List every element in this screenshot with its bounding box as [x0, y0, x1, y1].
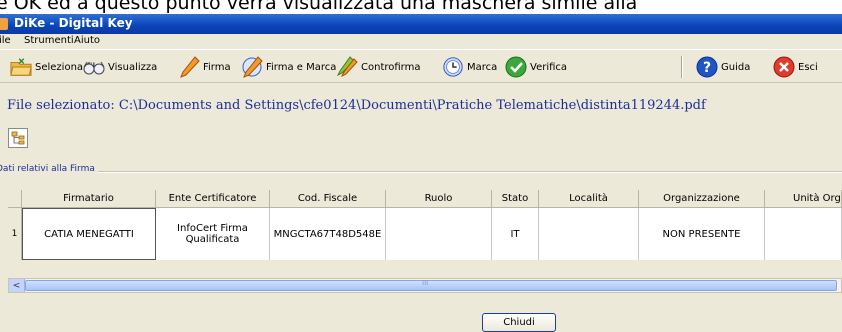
verify-button[interactable]: Verifica [505, 55, 567, 79]
cell-unita[interactable] [765, 208, 842, 260]
cell-ruolo[interactable] [386, 208, 492, 260]
stamp-label: Marca [467, 61, 498, 73]
toolbar-separator [681, 56, 683, 78]
double-pen-icon [336, 56, 358, 78]
app-icon [0, 18, 8, 30]
column-header-ruolo[interactable]: Ruolo [386, 190, 492, 208]
glasses-icon [83, 56, 105, 78]
close-button[interactable]: Chiudi [482, 313, 556, 332]
exit-button[interactable]: Esci [773, 55, 818, 79]
scroll-grip: III [422, 279, 429, 287]
svg-text:?: ? [703, 60, 711, 76]
view-button[interactable]: Visualizza [83, 55, 157, 79]
checkmark-icon [505, 56, 527, 78]
exit-label: Esci [798, 61, 818, 73]
signature-table: Firmatario Ente Certificatore Cod. Fisca… [8, 190, 842, 260]
selected-file-path: File selezionato: C:\Documents and Setti… [7, 98, 706, 113]
column-header-codfiscale[interactable]: Cod. Fiscale [270, 190, 386, 208]
row-header-corner [8, 190, 22, 208]
sign-label: Firma [203, 61, 231, 73]
cell-firmatario[interactable]: CATIA MENEGATTI [22, 208, 156, 260]
toolbar: Seleziona file Visualizza Firma Firma e … [0, 49, 842, 83]
row-number[interactable]: 1 [8, 208, 22, 260]
section-label: Dati relativi alla Firma [0, 164, 98, 174]
menu-file[interactable]: ile [0, 35, 11, 46]
horizontal-scrollbar[interactable]: < III [8, 278, 842, 293]
view-label: Visualizza [108, 61, 158, 73]
menu-bar: ile Strumenti Aiuto [0, 34, 842, 48]
cell-stato[interactable]: IT [492, 208, 539, 260]
menu-aiuto[interactable]: Aiuto [74, 35, 100, 46]
sign-and-stamp-button[interactable]: Firma e Marca [241, 55, 336, 79]
stamp-button[interactable]: Marca [442, 55, 497, 79]
folder-icon [10, 56, 32, 78]
column-header-unita[interactable]: Unità Org [765, 190, 842, 208]
scroll-thumb[interactable]: III [25, 279, 837, 291]
pen-icon [178, 56, 200, 78]
countersign-button[interactable]: Controfirma [336, 55, 420, 79]
title-bar: DiKe - Digital Key [0, 14, 842, 34]
guide-label: Guida [721, 61, 751, 73]
cell-organizzazione[interactable]: NON PRESENTE [639, 208, 765, 260]
menu-strumenti[interactable]: Strumenti [24, 35, 74, 46]
column-header-stato[interactable]: Stato [492, 190, 539, 208]
help-icon: ? [696, 56, 718, 78]
column-header-firmatario[interactable]: Firmatario [22, 190, 156, 208]
sign-button[interactable]: Firma [178, 55, 231, 79]
close-icon [773, 56, 795, 78]
sign-and-stamp-label: Firma e Marca [266, 61, 337, 73]
cell-ente[interactable]: InfoCert Firma Qualificata [156, 208, 270, 260]
verify-label: Verifica [530, 61, 568, 73]
tree-view-icon[interactable] [8, 128, 28, 148]
clock-icon [442, 56, 464, 78]
window-title: DiKe - Digital Key [14, 16, 133, 30]
scroll-left-arrow[interactable]: < [9, 279, 25, 292]
pen-clock-icon [241, 56, 263, 78]
section-divider [0, 171, 842, 173]
column-header-localita[interactable]: Località [539, 190, 639, 208]
guide-button[interactable]: ? Guida [696, 55, 750, 79]
column-header-organizzazione[interactable]: Organizzazione [639, 190, 765, 208]
cell-codfiscale[interactable]: MNGCTA67T48D548E [270, 208, 386, 260]
cell-localita[interactable] [539, 208, 639, 260]
countersign-label: Controfirma [361, 61, 421, 73]
column-header-ente[interactable]: Ente Certificatore [156, 190, 270, 208]
